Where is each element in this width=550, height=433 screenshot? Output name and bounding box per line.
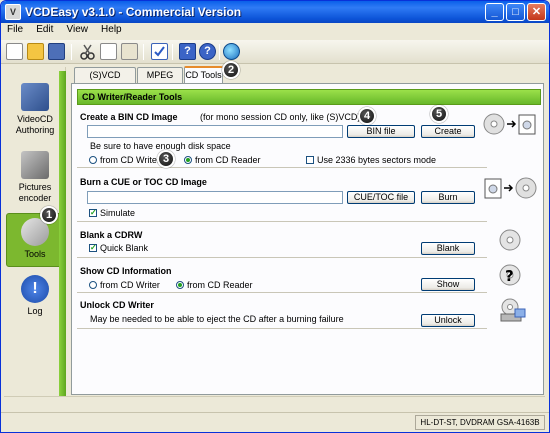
window-title: VCDEasy v3.1.0 - Commercial Version: [25, 5, 242, 19]
blank-group-divider: [77, 257, 487, 258]
menu-help[interactable]: Help: [95, 23, 126, 35]
new-document-icon[interactable]: [6, 43, 23, 60]
quick-blank-checkbox[interactable]: ✓: [89, 244, 97, 252]
info-from-writer-radio[interactable]: [89, 281, 97, 289]
callout-5: 5: [430, 105, 448, 123]
log-info-icon: !: [21, 275, 49, 303]
toolbar-separator: [172, 44, 173, 60]
tab-svcd-build-rip[interactable]: (S)VCD Build/Rip: [74, 67, 136, 94]
check-document-icon[interactable]: [151, 43, 168, 60]
simulate-checkbox[interactable]: ✓: [89, 209, 97, 217]
help-icon[interactable]: ?: [179, 43, 196, 60]
app-window: V VCDEasy v3.1.0 - Commercial Version _ …: [0, 0, 550, 433]
bin-from-reader-label: from CD Reader: [195, 155, 261, 165]
cut-scissors-icon[interactable]: [79, 43, 96, 60]
bin-path-input[interactable]: [87, 125, 343, 138]
bin-from-reader-radio[interactable]: [184, 156, 192, 164]
sidebar-item-label: VideoCD Authoring: [15, 114, 55, 135]
sidebar-item-pictures-encoder[interactable]: Pictures encoder: [6, 151, 64, 204]
callout-1: 1: [40, 206, 58, 224]
burn-section-title: Burn a CUE or TOC CD Image: [80, 177, 207, 187]
create-button[interactable]: Create: [421, 125, 475, 138]
left-sidebar: VideoCD Authoring Pictures encoder Tools…: [4, 67, 66, 395]
bin-file-button[interactable]: BIN file: [347, 125, 415, 138]
sidebar-item-videocd-authoring[interactable]: VideoCD Authoring: [6, 83, 64, 136]
cue-toc-path-input[interactable]: [87, 191, 343, 204]
disc-to-file-icon: [483, 113, 536, 135]
callout-2: 2: [222, 61, 240, 79]
save-disk-icon[interactable]: [48, 43, 65, 60]
info-from-reader-radio[interactable]: [176, 281, 184, 289]
open-folder-icon[interactable]: [27, 43, 44, 60]
section-header: CD Writer/Reader Tools: [77, 89, 541, 105]
blank-button[interactable]: Blank: [421, 242, 475, 255]
blank-disc-icon: [499, 229, 521, 251]
file-to-disc-icon: [484, 177, 537, 199]
info-from-writer-label: from CD Writer: [100, 280, 160, 290]
use-2336-checkbox[interactable]: [306, 156, 314, 164]
burn-group-divider: [77, 221, 487, 222]
sidebar-item-log[interactable]: ! Log: [6, 275, 64, 317]
tab-cd-tools[interactable]: CD Tools: [184, 66, 223, 84]
toolbar-separator: [143, 44, 144, 60]
sidebar-item-label: Pictures encoder: [18, 182, 52, 203]
bin-section-note: (for mono session CD only, like (S)VCD): [200, 112, 361, 122]
bin-from-writer-label: from CD Writer: [100, 155, 160, 165]
unlock-drive-icon: [500, 298, 526, 322]
status-bar: HL-DT-ST, DVDRAM GSA-4163B: [1, 412, 549, 432]
burn-button[interactable]: Burn: [421, 191, 475, 204]
web-globe-icon[interactable]: [223, 43, 240, 60]
drive-status: HL-DT-ST, DVDRAM GSA-4163B: [415, 415, 545, 430]
unlock-section-title: Unlock CD Writer: [80, 300, 154, 310]
use-2336-label: Use 2336 bytes sectors mode: [317, 155, 437, 165]
unlock-note: May be needed to be able to eject the CD…: [90, 314, 344, 324]
whats-this-help-icon[interactable]: ?: [199, 43, 216, 60]
menu-bar: File Edit View Help: [1, 23, 549, 40]
bin-group-divider: [77, 167, 487, 168]
menu-view[interactable]: View: [60, 23, 92, 35]
menu-file[interactable]: File: [1, 23, 27, 35]
cue-toc-file-button[interactable]: CUE/TOC file: [347, 191, 415, 204]
toolbar: ? ?: [1, 40, 549, 64]
show-button[interactable]: Show: [421, 278, 475, 291]
tab-mpeg-tools[interactable]: MPEG Tools: [137, 67, 183, 94]
bottom-strip: [4, 396, 545, 410]
bin-section-title: Create a BIN CD Image: [80, 112, 178, 122]
quick-blank-label: Quick Blank: [100, 243, 149, 253]
toolbar-separator: [219, 44, 220, 60]
copy-icon[interactable]: [100, 43, 117, 60]
info-group-divider: [77, 292, 487, 293]
toolbar-separator: [71, 44, 72, 60]
title-bar[interactable]: V VCDEasy v3.1.0 - Commercial Version _ …: [1, 1, 549, 23]
simulate-label: Simulate: [100, 208, 136, 218]
sidebar-item-label: Tools: [24, 249, 46, 259]
film-picture-icon: [21, 151, 49, 179]
film-disc-icon: [21, 83, 49, 111]
bin-from-writer-radio[interactable]: [89, 156, 97, 164]
app-icon: V: [5, 4, 21, 20]
svg-text:?: ?: [505, 267, 514, 285]
minimize-button[interactable]: _: [485, 3, 504, 21]
maximize-button[interactable]: □: [506, 3, 525, 21]
callout-4: 4: [358, 107, 376, 125]
unlock-button[interactable]: Unlock: [421, 314, 475, 327]
sidebar-accent-bar: [59, 71, 66, 396]
callout-3: 3: [157, 150, 175, 168]
disc-info-question-icon: ?: [499, 264, 521, 286]
paste-icon[interactable]: [121, 43, 138, 60]
info-section-title: Show CD Information: [80, 266, 172, 276]
bin-disk-space-hint: Be sure to have enough disk space: [90, 141, 231, 151]
blank-section-title: Blank a CDRW: [80, 230, 143, 240]
info-from-reader-label: from CD Reader: [187, 280, 253, 290]
unlock-group-divider: [77, 328, 487, 329]
close-button[interactable]: ✕: [527, 3, 546, 21]
menu-edit[interactable]: Edit: [30, 23, 57, 35]
sidebar-item-label: Log: [27, 306, 43, 316]
